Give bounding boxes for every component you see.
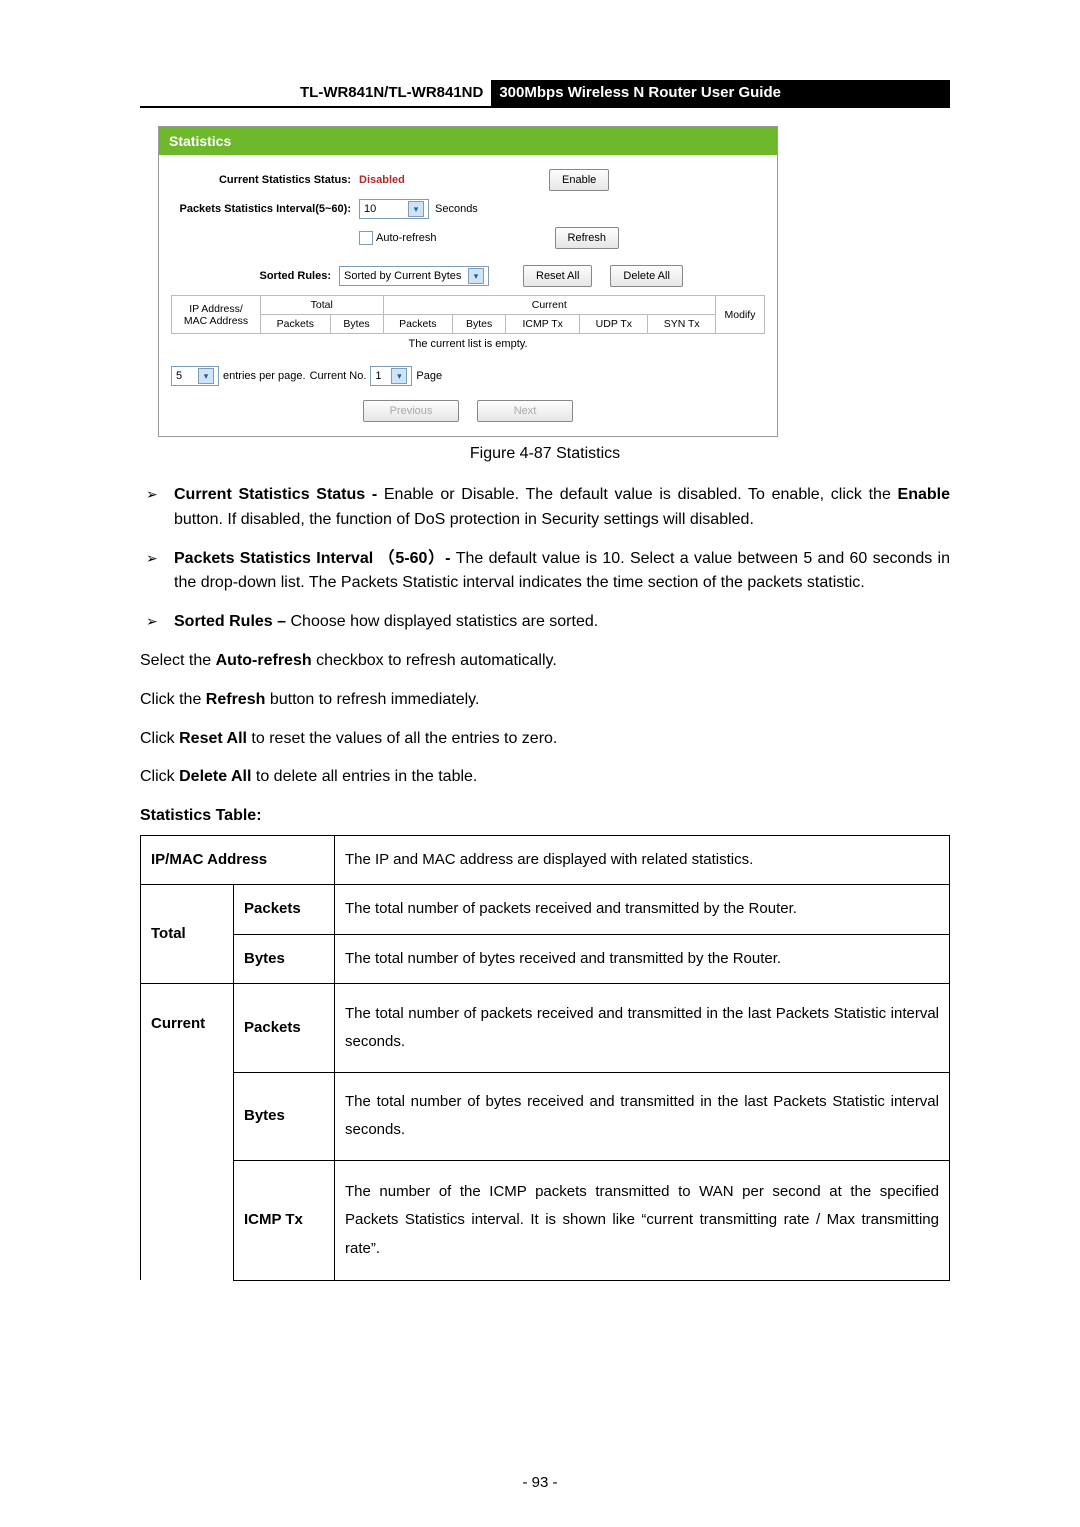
- bullet-sorted-text: Choose how displayed statistics are sort…: [290, 613, 598, 630]
- bullet-status-text1: Enable or Disable. The default value is …: [384, 486, 898, 503]
- def-current: Current: [141, 984, 234, 1281]
- status-label: Current Statistics Status:: [171, 174, 359, 186]
- header-rule: [140, 106, 950, 108]
- col-total-bytes: Bytes: [330, 315, 383, 334]
- explanation-list: Current Statistics Status - Enable or Di…: [140, 483, 950, 635]
- enable-button[interactable]: Enable: [549, 169, 609, 191]
- col-cur-bytes: Bytes: [453, 315, 506, 334]
- sorted-label: Sorted Rules:: [171, 270, 339, 282]
- panel-title: Statistics: [159, 127, 777, 155]
- def-row-ipmac: IP/MAC Address The IP and MAC address ar…: [141, 835, 950, 885]
- page-number: - 93 -: [0, 1474, 1080, 1491]
- interval-value: 10: [364, 203, 404, 215]
- chevron-down-icon: ▾: [391, 368, 407, 384]
- def-ipmac-key: IP/MAC Address: [141, 835, 335, 885]
- chevron-down-icon: ▾: [198, 368, 214, 384]
- def-row-current-icmp: ICMP Tx The number of the ICMP packets t…: [141, 1160, 950, 1280]
- col-cur-packets: Packets: [383, 315, 453, 334]
- definition-table: IP/MAC Address The IP and MAC address ar…: [140, 835, 950, 1281]
- autorefresh-checkbox[interactable]: [359, 231, 373, 245]
- def-total-bytes-val: The total number of bytes received and t…: [335, 934, 950, 984]
- doc-title: 300Mbps Wireless N Router User Guide: [491, 80, 950, 106]
- page-select[interactable]: 1 ▾: [370, 366, 412, 386]
- sorted-select[interactable]: Sorted by Current Bytes ▾: [339, 266, 489, 286]
- next-button[interactable]: Next: [477, 400, 573, 422]
- def-total: Total: [141, 885, 234, 984]
- def-cur-bytes-key: Bytes: [234, 1072, 335, 1160]
- def-row-current-bytes: Bytes The total number of bytes received…: [141, 1072, 950, 1160]
- bullet-status: Current Statistics Status - Enable or Di…: [140, 483, 950, 533]
- entries-per-page-select[interactable]: 5 ▾: [171, 366, 219, 386]
- col-cur-icmp: ICMP Tx: [506, 315, 580, 334]
- para-autorefresh: Select the Auto-refresh checkbox to refr…: [140, 649, 950, 674]
- col-total-packets: Packets: [261, 315, 331, 334]
- currentno-text: Current No.: [310, 370, 367, 382]
- chevron-down-icon: ▾: [408, 201, 424, 217]
- bullet-status-term: Current Statistics Status -: [174, 486, 384, 503]
- pager: 5 ▾ entries per page. Current No. 1 ▾ Pa…: [171, 366, 765, 386]
- def-cur-bytes-val: The total number of bytes received and t…: [335, 1072, 950, 1160]
- entries-per-page-value: 5: [176, 370, 194, 382]
- def-total-packets-val: The total number of packets received and…: [335, 885, 950, 935]
- para-resetall: Click Reset All to reset the values of a…: [140, 727, 950, 752]
- bullet-sorted: Sorted Rules – Choose how displayed stat…: [140, 610, 950, 635]
- figure-caption: Figure 4-87 Statistics: [140, 445, 950, 463]
- def-cur-packets-key: Packets: [234, 984, 335, 1072]
- def-ipmac-val: The IP and MAC address are displayed wit…: [335, 835, 950, 885]
- def-row-total-packets: Total Packets The total number of packet…: [141, 885, 950, 935]
- para-deleteall: Click Delete All to delete all entries i…: [140, 765, 950, 790]
- bullet-status-enable: Enable: [898, 486, 950, 503]
- col-modify: Modify: [716, 296, 765, 334]
- stats-table-heading: Statistics Table:: [140, 804, 950, 829]
- def-cur-icmp-val: The number of the ICMP packets transmitt…: [335, 1160, 950, 1280]
- def-total-packets-key: Packets: [234, 885, 335, 935]
- delete-all-button[interactable]: Delete All: [610, 265, 682, 287]
- def-cur-packets-val: The total number of packets received and…: [335, 984, 950, 1072]
- bullet-sorted-term: Sorted Rules –: [174, 613, 290, 630]
- sorted-value: Sorted by Current Bytes: [344, 270, 464, 282]
- interval-select[interactable]: 10 ▾: [359, 199, 429, 219]
- statistics-screenshot: Statistics Current Statistics Status: Di…: [158, 126, 778, 437]
- autorefresh-label: Auto-refresh: [376, 232, 437, 244]
- col-cur-udp: UDP Tx: [580, 315, 648, 334]
- col-cur-syn: SYN Tx: [648, 315, 716, 334]
- status-value: Disabled: [359, 174, 509, 186]
- empty-list-text: The current list is empty.: [171, 334, 765, 360]
- reset-all-button[interactable]: Reset All: [523, 265, 592, 287]
- page-value: 1: [375, 370, 387, 382]
- page-text: Page: [416, 370, 442, 382]
- col-total: Total: [261, 296, 384, 315]
- interval-unit: Seconds: [435, 203, 478, 215]
- entries-text: entries per page.: [223, 370, 306, 382]
- def-total-bytes-key: Bytes: [234, 934, 335, 984]
- doc-header: TL-WR841N/TL-WR841ND 300Mbps Wireless N …: [300, 80, 950, 106]
- def-row-current-packets: Current Packets The total number of pack…: [141, 984, 950, 1072]
- col-current: Current: [383, 296, 715, 315]
- bullet-status-text2: button. If disabled, the function of DoS…: [174, 511, 754, 528]
- refresh-button[interactable]: Refresh: [555, 227, 620, 249]
- bullet-interval-term: Packets Statistics Interval （5-60）-: [174, 550, 456, 567]
- def-cur-icmp-key: ICMP Tx: [234, 1160, 335, 1280]
- def-row-total-bytes: Bytes The total number of bytes received…: [141, 934, 950, 984]
- interval-label: Packets Statistics Interval(5~60):: [171, 203, 359, 215]
- previous-button[interactable]: Previous: [363, 400, 459, 422]
- col-address: IP Address/ MAC Address: [172, 296, 261, 334]
- para-refresh: Click the Refresh button to refresh imme…: [140, 688, 950, 713]
- model-number: TL-WR841N/TL-WR841ND: [300, 80, 491, 106]
- bullet-interval: Packets Statistics Interval （5-60）- The …: [140, 547, 950, 597]
- chevron-down-icon: ▾: [468, 268, 484, 284]
- stats-table: IP Address/ MAC Address Total Current Mo…: [171, 295, 765, 334]
